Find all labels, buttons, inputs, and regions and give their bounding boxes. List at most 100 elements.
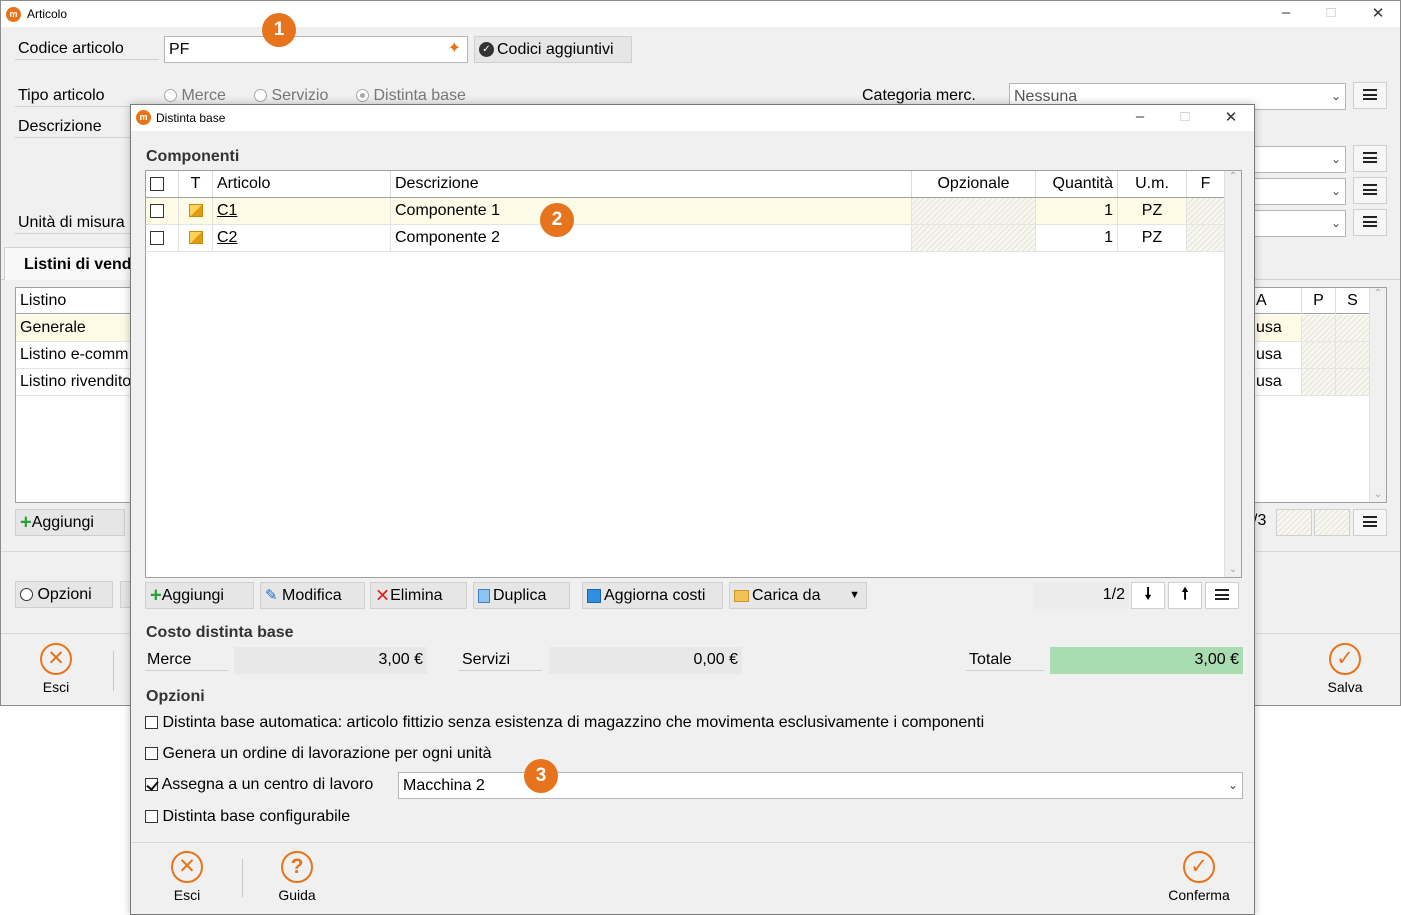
description-label: Descrizione [15,117,135,138]
menu-icon [1363,516,1377,528]
component-row[interactable]: C1 Componente 1 1 PZ [146,198,1225,225]
row-checkbox[interactable] [150,203,164,218]
scroll-up-icon[interactable]: ⌃ [1225,171,1241,182]
component-row[interactable]: C2 Componente 2 1 PZ [146,225,1225,252]
chevron-down-icon: ⌄ [1330,184,1341,198]
option-configurable[interactable]: Distinta base configurabile [145,807,350,827]
components-menu-button[interactable] [1205,582,1239,609]
option-automatic-checkbox[interactable] [145,716,158,730]
sparkle-icon[interactable]: ✦ [448,40,461,58]
price-menu-button[interactable] [1353,509,1387,536]
option-work-order-checkbox[interactable] [145,747,158,761]
help-circle-icon: ? [281,851,313,883]
titlebar: m Articolo – □ ✕ [1,1,1400,27]
update-costs-label: Aggiorna costi [604,587,706,604]
category-list-button[interactable] [1353,82,1387,109]
col-listino[interactable]: Listino [16,288,146,314]
type-radio-distinta[interactable]: Distinta base [356,86,466,106]
col-quantita[interactable]: Quantità [1036,171,1118,197]
dialog-footer-divider [131,842,1254,843]
load-from-button[interactable]: Carica da ▼ [729,582,867,609]
components-grid: T Articolo Descrizione Opzionale Quantit… [145,170,1242,578]
tab-listini[interactable]: Listini di vend [4,247,139,280]
price-s [1336,369,1370,395]
col-opzionale[interactable]: Opzionale [912,171,1036,197]
tab-listini-label: Listini di vend [24,256,132,273]
product-box-icon [188,231,203,245]
move-up-button[interactable]: 🠕 [1168,582,1202,609]
component-edit-button[interactable]: ✎ Modifica [260,582,365,609]
price-grid-scrollbar[interactable]: ⌃ ⌄ [1369,288,1386,502]
list-icon [1363,216,1377,228]
combo-right-1[interactable]: ⌄ [1251,146,1346,173]
dialog-minimize-button[interactable]: – [1125,108,1155,125]
type-radio-servizio[interactable]: Servizio [254,86,328,106]
col-select-all[interactable] [146,171,179,197]
option-configurable-checkbox[interactable] [145,810,158,824]
col-descrizione[interactable]: Descrizione [391,171,912,197]
option-automatic[interactable]: Distinta base automatica: articolo fitti… [145,713,984,733]
extra-codes-button[interactable]: ✓ Codici aggiuntivi [474,36,632,63]
col-p[interactable]: P [1302,288,1336,314]
row-select[interactable] [146,198,179,224]
dialog-exit-label: Esci [173,887,201,903]
options-button[interactable]: Opzioni [15,581,113,608]
components-scrollbar[interactable]: ⌃ ⌄ [1224,171,1241,577]
update-costs-icon [587,588,601,603]
dialog-exit-button[interactable]: ✕ Esci [152,851,222,903]
component-duplicate-label: Duplica [493,587,547,604]
options-heading: Opzioni [146,688,205,705]
row-articolo[interactable]: C1 [213,198,391,224]
close-circle-icon: ✕ [171,851,203,883]
scroll-down-icon[interactable]: ⌄ [1370,489,1386,500]
dialog-help-button[interactable]: ? Guida [262,851,332,903]
scroll-down-icon[interactable]: ⌄ [1225,564,1241,575]
code-input[interactable]: PF ✦ [164,36,468,63]
main-save-button[interactable]: ✓ Salva [1310,643,1380,695]
minimize-button[interactable]: – [1271,4,1301,21]
option-work-center-checkbox[interactable] [145,778,158,792]
edit-pencil-icon: ✎ [265,587,278,604]
row-select[interactable] [146,225,179,251]
list-button-3[interactable] [1353,209,1387,236]
option-automatic-label: Distinta base automatica: articolo fitti… [162,714,985,731]
extra-codes-label: Codici aggiuntivi [497,41,614,58]
option-work-order[interactable]: Genera un ordine di lavorazione per ogni… [145,744,492,764]
dialog-confirm-button[interactable]: ✓ Conferma [1159,851,1239,903]
option-work-order-label: Genera un ordine di lavorazione per ogni… [162,745,492,762]
col-f[interactable]: F [1187,171,1225,197]
dialog-close-button[interactable]: ✕ [1216,108,1246,126]
list-button-1[interactable] [1353,145,1387,172]
update-costs-button[interactable]: Aggiorna costi [582,582,723,609]
col-t[interactable]: T [179,171,213,197]
col-um[interactable]: U.m. [1118,171,1187,197]
dialog-maximize-button[interactable]: □ [1170,108,1200,125]
row-articolo[interactable]: C2 [213,225,391,251]
close-window-button[interactable]: ✕ [1363,4,1393,22]
app-icon: m [6,7,21,22]
component-duplicate-button[interactable]: Duplica [473,582,570,609]
components-heading: Componenti [146,148,240,165]
option-work-center[interactable]: Assegna a un centro di lavoro [145,775,373,795]
list-button-2[interactable] [1353,177,1387,204]
col-a[interactable]: A [1252,288,1302,314]
scroll-up-icon[interactable]: ⌃ [1370,288,1386,299]
type-radio-merce[interactable]: Merce [164,86,226,106]
row-checkbox[interactable] [150,230,164,245]
window-title: Articolo [27,7,68,21]
row-f [1187,225,1225,251]
combo-right-3[interactable]: ⌄ [1251,210,1346,237]
move-down-button[interactable]: 🠗 [1131,582,1165,609]
select-all-checkbox[interactable] [150,176,164,191]
main-exit-button[interactable]: ✕ Esci [21,643,91,695]
component-delete-button[interactable]: ✕Elimina [370,582,467,609]
row-type [179,225,213,251]
combo-right-2[interactable]: ⌄ [1251,178,1346,205]
col-s[interactable]: S [1336,288,1370,314]
arrow-down-icon: 🠗 [1144,586,1152,603]
row-type [179,198,213,224]
col-articolo[interactable]: Articolo [213,171,391,197]
price-add-button[interactable]: +Aggiungi [15,509,125,536]
maximize-button[interactable]: □ [1316,4,1346,21]
component-add-button[interactable]: +Aggiungi [145,582,254,609]
